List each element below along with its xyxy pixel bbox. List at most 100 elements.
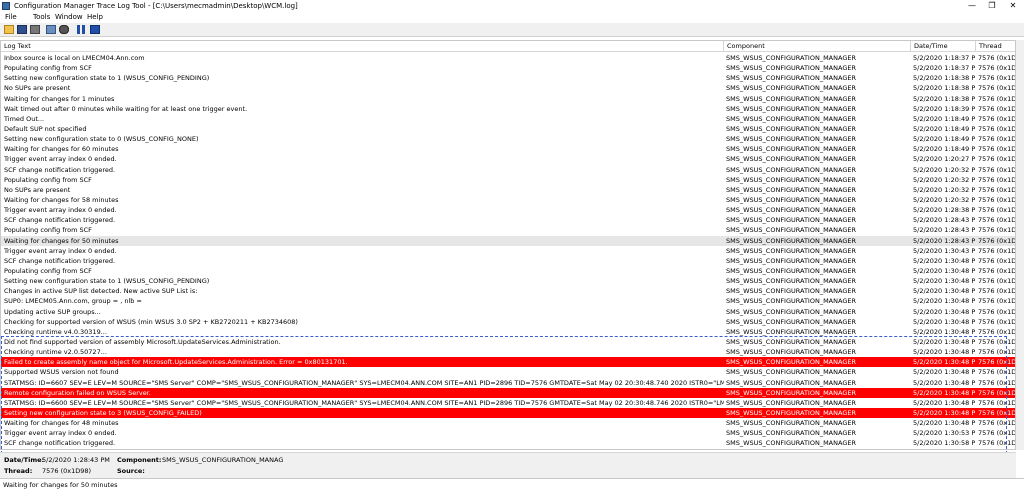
window-title: Configuration Manager Trace Log Tool - [… xyxy=(14,2,298,10)
column-header-log-text[interactable]: Log Text xyxy=(1,41,723,52)
log-text-cell: Waiting for changes for 50 minutes xyxy=(4,236,119,245)
datetime-cell: 5/2/2020 1:28:43 PM xyxy=(913,236,975,245)
log-row[interactable]: Updating active SUP groups... SMS_WSUS_CO… xyxy=(1,307,1015,317)
log-row[interactable]: Did not find supported version of assemb… xyxy=(1,337,1015,347)
log-row[interactable]: Populating config from SCFSMS_WSUS_CONFI… xyxy=(1,448,1015,449)
log-row[interactable]: Trigger event array index 0 ended. SMS_WS… xyxy=(1,205,1015,215)
datetime-cell: 5/2/2020 1:30:58 PM xyxy=(913,439,975,448)
thread-cell: 7576 (0x1D98) xyxy=(978,226,1016,235)
log-text-cell: SCF change notification triggered. xyxy=(4,439,116,448)
pause-icon[interactable] xyxy=(77,25,85,34)
log-row[interactable]: Trigger event array index 0 ended. SMS_WS… xyxy=(1,154,1015,164)
log-row[interactable]: Trigger event array index 0 ended. SMS_WS… xyxy=(1,428,1015,438)
log-row[interactable]: Trigger event array index 0 ended. SMS_WS… xyxy=(1,246,1015,256)
thread-cell: 7576 (0x1D98) xyxy=(978,124,1016,133)
log-row[interactable]: Populating config from SCFSMS_WSUS_CONFI… xyxy=(1,63,1015,73)
log-row[interactable]: Waiting for changes for 58 minutes SMS_WS… xyxy=(1,195,1015,205)
log-row[interactable]: SCF change notification triggered. SMS_WS… xyxy=(1,438,1016,448)
minimize-button[interactable]: — xyxy=(962,0,982,12)
datetime-cell: 5/2/2020 1:18:49 PM xyxy=(913,135,975,144)
thread-cell: 7576 (0x1D98) xyxy=(978,439,1016,448)
datetime-cell: 5/2/2020 1:28:43 PM xyxy=(913,216,975,225)
log-row[interactable]: Waiting for changes for 60 minutes SMS_WS… xyxy=(1,144,1016,154)
log-row[interactable]: No SUPs are present SMS_WSUS_CONFIGURATIO… xyxy=(1,185,1015,195)
datetime-cell: 5/2/2020 1:18:38 PM xyxy=(913,84,975,93)
detail-datetime-value: 5/2/2020 1:28:43 PM xyxy=(42,456,110,464)
thread-cell: 7576 (0x1D98) xyxy=(978,165,1016,174)
vertical-scrollbar[interactable] xyxy=(1016,40,1024,450)
log-row[interactable]: Checking runtime v4.0.30319... SMS_WSUS_C… xyxy=(1,327,1015,337)
log-row[interactable]: Populating config from SCFSMS_WSUS_CONFI… xyxy=(1,225,1016,235)
menu-file[interactable]: File xyxy=(3,12,19,23)
column-header-component[interactable]: Component xyxy=(723,41,910,52)
log-row[interactable]: Changes in active SUP list detected. New… xyxy=(1,286,1015,296)
log-row[interactable]: No SUPs are present SMS_WSUS_CONFIGURATIO… xyxy=(1,83,1015,93)
thread-cell: 7576 (0x1D98) xyxy=(978,94,1016,103)
column-header-thread[interactable]: Thread xyxy=(975,41,1015,52)
log-row[interactable]: Supported WSUS version not found SMS_WSUS… xyxy=(1,367,1015,377)
log-text-cell: Failed to create assembly name object fo… xyxy=(4,358,348,367)
log-row[interactable]: Default SUP not specified SMS_WSUS_CONFIG… xyxy=(1,124,1016,134)
thread-cell: 7576 (0x1D98) xyxy=(978,358,1016,367)
datetime-cell: 5/2/2020 1:30:53 PM xyxy=(913,429,975,438)
log-text-cell: Updating active SUP groups... xyxy=(4,307,101,316)
highlight-icon[interactable] xyxy=(90,25,100,34)
log-row[interactable]: STATMSG: ID=6607 SEV=E LEV=M SOURCE="SMS… xyxy=(1,378,1015,388)
log-text-cell: Wait timed out after 0 minutes while wai… xyxy=(4,104,248,113)
log-row[interactable]: Checking runtime v2.0.50727... SMS_WSUS_C… xyxy=(1,347,1015,357)
datetime-cell: 5/2/2020 1:30:48 PM xyxy=(913,348,975,357)
log-row[interactable]: Populating config from SCF SMS_WSUS_CONFI… xyxy=(1,175,1015,185)
log-text-cell: Setting new configuration state to 1 (WS… xyxy=(4,277,210,286)
open-icon[interactable] xyxy=(4,25,14,34)
menu-help[interactable]: Help xyxy=(85,12,105,23)
log-row-error[interactable]: Failed to create assembly name object fo… xyxy=(1,357,1016,368)
column-header-datetime[interactable]: Date/Time xyxy=(910,41,975,52)
menu-tools[interactable]: Tools xyxy=(31,12,52,23)
component-cell: SMS_WSUS_CONFIGURATION_MANAGER xyxy=(726,206,856,215)
datetime-cell: 5/2/2020 1:30:43 PM xyxy=(913,246,975,255)
print-icon[interactable] xyxy=(30,25,40,34)
log-row[interactable]: Timed Out... SMS_WSUS_CONFIGURATION_MANAG… xyxy=(1,114,1015,124)
log-row-error[interactable]: Remote configuration failed on WSUS Serv… xyxy=(1,387,1016,398)
log-row[interactable]: Setting new configuration state to 0 (WS… xyxy=(1,134,1015,144)
thread-cell: 7576 (0x1D98) xyxy=(978,388,1016,397)
log-row[interactable]: Waiting for changes for 1 minutes SMS_WSU… xyxy=(1,94,1016,104)
close-button[interactable]: ✕ xyxy=(1003,0,1023,12)
datetime-cell: 5/2/2020 1:20:32 PM xyxy=(913,165,975,174)
title-bar: Configuration Manager Trace Log Tool - [… xyxy=(0,0,1024,12)
thread-cell: 7576 (0x1D98) xyxy=(978,104,1016,113)
component-cell: SMS_WSUS_CONFIGURATION_MANAGER xyxy=(726,448,910,449)
restore-button[interactable]: ❐ xyxy=(982,0,1002,12)
component-cell: SMS_WSUS_CONFIGURATION_MANAGER xyxy=(726,287,856,296)
log-row[interactable]: Waiting for changes for 50 minutes SMS_WS… xyxy=(1,235,1015,246)
log-row[interactable]: Inbox source is local on LMECM04.Ann.com… xyxy=(1,53,1015,63)
log-row[interactable]: STATMSG: ID=6600 SEV=E LEV=M SOURCE="SMS… xyxy=(1,398,1015,408)
log-row[interactable]: Populating config from SCFSMS_WSUS_CONFI… xyxy=(1,266,1015,276)
log-row[interactable]: Setting new configuration state to 1 (WS… xyxy=(1,276,1015,286)
log-text-cell: Setting new configuration state to 3 (WS… xyxy=(4,408,202,417)
log-row[interactable]: SCF change notification triggered. SMS_WS… xyxy=(1,215,1016,225)
datetime-cell: 5/2/2020 1:30:48 PM xyxy=(913,398,975,407)
log-text-cell: Waiting for changes for 1 minutes xyxy=(4,94,115,103)
find-icon[interactable] xyxy=(59,25,69,34)
log-row-error[interactable]: Setting new configuration state to 3 (WS… xyxy=(1,407,1015,419)
log-row[interactable]: Checking for supported version of WSUS (… xyxy=(1,317,1015,327)
log-row[interactable]: Setting new configuration state to 1 (WS… xyxy=(1,73,1015,83)
save-icon[interactable] xyxy=(17,25,27,34)
menu-window[interactable]: Window xyxy=(53,12,85,23)
log-row[interactable]: SCF change notification triggered. SMS_WS… xyxy=(1,165,1016,175)
log-text-cell: Trigger event array index 0 ended. xyxy=(4,429,117,438)
thread-cell: 7576 (0x1D98) xyxy=(978,216,1016,225)
component-cell: SMS_WSUS_CONFIGURATION_MANAGER xyxy=(726,54,856,62)
datetime-cell: 5/2/2020 1:20:32 PM xyxy=(913,175,975,184)
copy-icon[interactable] xyxy=(46,25,56,34)
log-row[interactable]: Wait timed out after 0 minutes while wai… xyxy=(1,104,1016,114)
component-cell: SMS_WSUS_CONFIGURATION_MANAGER xyxy=(726,175,856,184)
log-row[interactable]: Waiting for changes for 48 minutes SMS_WS… xyxy=(1,418,1016,428)
log-row[interactable]: SUP0: LMECM05.Ann.com, group = , nlb = SM… xyxy=(1,296,1015,306)
log-text-cell: Populating config from SCF xyxy=(4,175,92,184)
thread-cell: 7576 (0x1D98) xyxy=(978,145,1016,154)
thread-cell: 7576 (0x1D98) xyxy=(978,419,1016,428)
detail-pane: Date/Time: 5/2/2020 1:28:43 PM Component… xyxy=(0,452,1016,478)
log-row[interactable]: SCF change notification triggered. SMS_WS… xyxy=(1,256,1015,266)
